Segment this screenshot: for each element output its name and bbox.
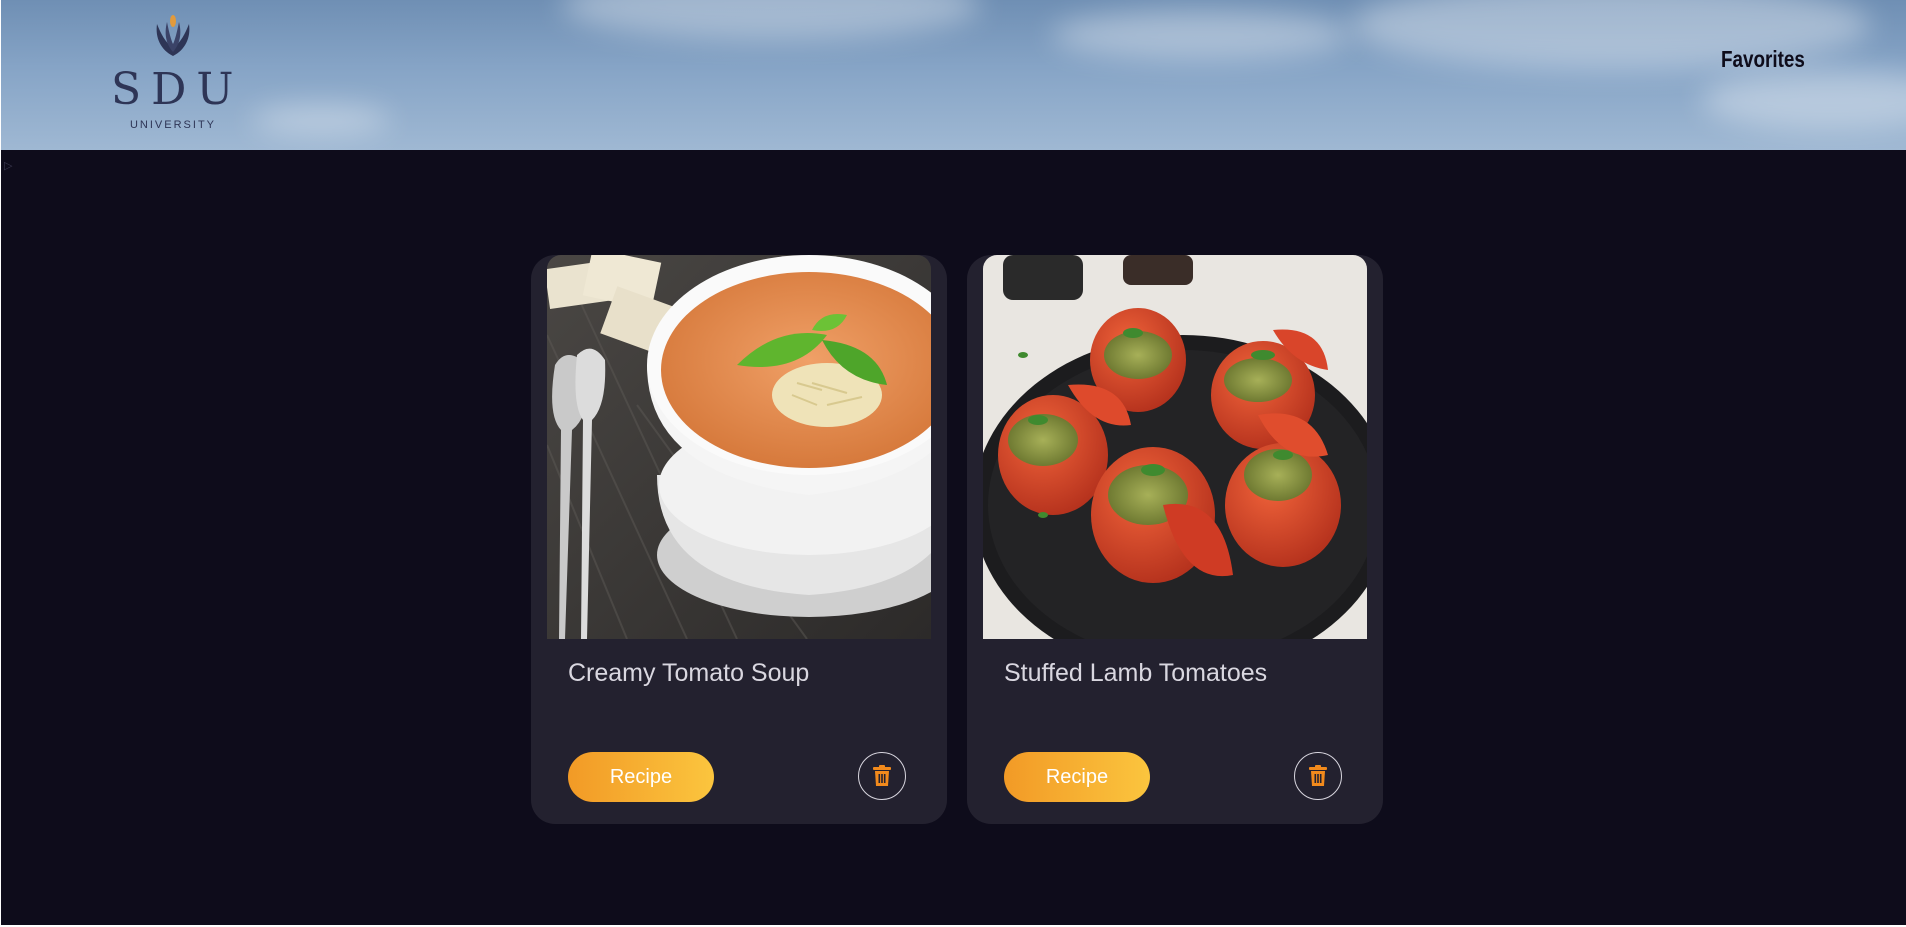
- logo-wordmark: SDU: [111, 64, 244, 115]
- favorite-card: Stuffed Lamb Tomatoes Recipe: [967, 255, 1383, 824]
- sky-cloud: [561, 0, 981, 40]
- delete-favorite-button[interactable]: [1294, 752, 1342, 800]
- stuffed-lamb-tomatoes-photo: [983, 255, 1367, 639]
- sky-cloud: [1701, 70, 1906, 130]
- creamy-tomato-soup-photo: [547, 255, 931, 639]
- university-crest-icon: [156, 15, 190, 56]
- university-logo[interactable]: SDU UNIVERSITY: [111, 12, 235, 134]
- logo-subtitle: UNIVERSITY: [129, 119, 216, 131]
- recipe-title: Creamy Tomato Soup: [568, 659, 810, 687]
- delete-favorite-button[interactable]: [858, 752, 906, 800]
- recipe-image: [983, 255, 1367, 639]
- trash-icon: [1309, 765, 1327, 786]
- sky-cloud: [251, 105, 391, 135]
- app-root: SDU UNIVERSITY Favorites ▷ Creamy Tomato…: [1, 0, 1906, 925]
- recipe-image: [547, 255, 931, 639]
- recipe-button[interactable]: Recipe: [568, 752, 714, 802]
- favorite-card: Creamy Tomato Soup Recipe: [531, 255, 947, 824]
- recipe-button[interactable]: Recipe: [1004, 752, 1150, 802]
- sky-cloud: [1051, 10, 1351, 60]
- chevron-right-icon: ▷: [4, 159, 13, 172]
- trash-icon: [873, 765, 891, 786]
- recipe-title: Stuffed Lamb Tomatoes: [1004, 659, 1268, 687]
- nav-favorites-link[interactable]: Favorites: [1721, 46, 1805, 73]
- site-header: SDU UNIVERSITY Favorites: [1, 0, 1906, 150]
